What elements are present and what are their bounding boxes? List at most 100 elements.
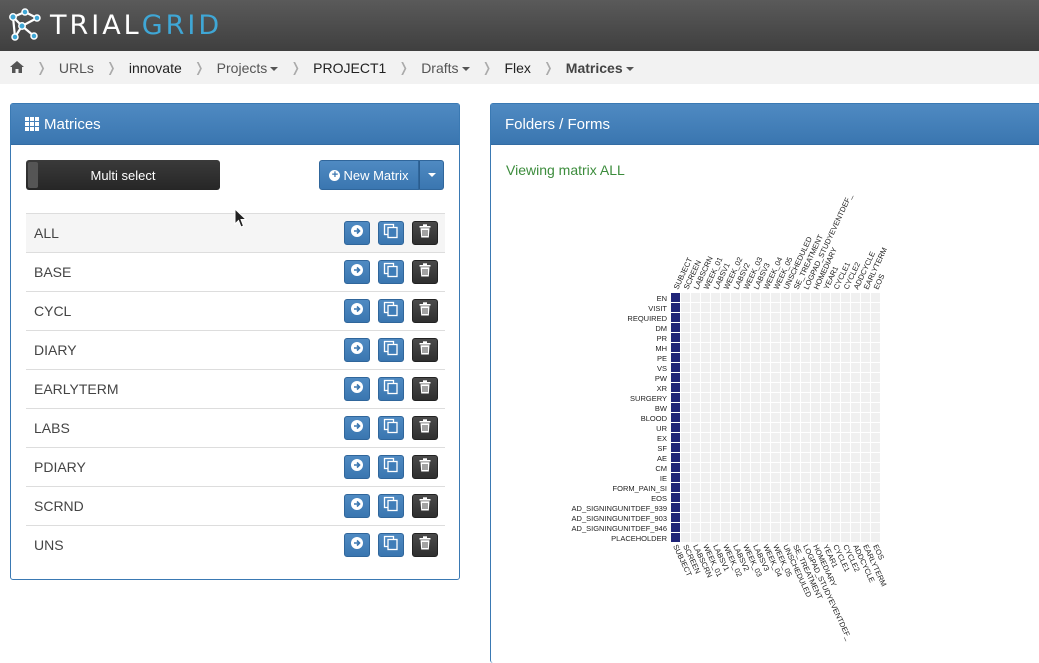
matrix-cell[interactable] (791, 533, 800, 542)
matrix-cell[interactable] (681, 393, 690, 402)
matrix-cell[interactable] (701, 533, 710, 542)
matrix-cell[interactable] (761, 373, 770, 382)
matrix-cell[interactable] (771, 303, 780, 312)
matrix-cell[interactable] (681, 293, 690, 302)
matrix-cell[interactable] (821, 313, 830, 322)
matrix-cell[interactable] (841, 443, 850, 452)
matrix-cell[interactable] (691, 513, 700, 522)
copy-matrix-button[interactable] (378, 260, 404, 284)
matrix-cell[interactable] (761, 473, 770, 482)
matrix-cell[interactable] (841, 323, 850, 332)
matrix-cell[interactable] (751, 393, 760, 402)
matrix-cell[interactable] (871, 343, 880, 352)
matrix-cell[interactable] (671, 333, 680, 342)
matrix-cell[interactable] (721, 423, 730, 432)
matrix-cell[interactable] (701, 513, 710, 522)
matrix-cell[interactable] (831, 523, 840, 532)
matrix-cell[interactable] (721, 473, 730, 482)
matrix-cell[interactable] (691, 363, 700, 372)
matrix-cell[interactable] (701, 463, 710, 472)
matrix-cell[interactable] (741, 323, 750, 332)
matrix-cell[interactable] (771, 323, 780, 332)
matrix-cell[interactable] (741, 473, 750, 482)
matrix-cell[interactable] (751, 313, 760, 322)
breadcrumb-item-flex[interactable]: Flex (504, 60, 530, 76)
matrix-cell[interactable] (691, 493, 700, 502)
matrix-cell[interactable] (801, 303, 810, 312)
matrix-cell[interactable] (781, 533, 790, 542)
matrix-cell[interactable] (771, 403, 780, 412)
matrix-cell[interactable] (701, 393, 710, 402)
matrix-cell[interactable] (811, 333, 820, 342)
delete-matrix-button[interactable] (412, 338, 438, 362)
matrix-cell[interactable] (861, 393, 870, 402)
matrix-cell[interactable] (861, 463, 870, 472)
matrix-cell[interactable] (871, 393, 880, 402)
matrix-cell[interactable] (821, 353, 830, 362)
matrix-cell[interactable] (841, 363, 850, 372)
matrix-cell[interactable] (741, 443, 750, 452)
matrix-cell[interactable] (831, 353, 840, 362)
matrix-cell[interactable] (691, 383, 700, 392)
matrix-cell[interactable] (691, 453, 700, 462)
matrix-cell[interactable] (851, 443, 860, 452)
matrix-cell[interactable] (781, 373, 790, 382)
matrix-cell[interactable] (791, 483, 800, 492)
matrix-cell[interactable] (801, 513, 810, 522)
matrix-cell[interactable] (671, 523, 680, 532)
matrix-cell[interactable] (681, 503, 690, 512)
matrix-cell[interactable] (701, 363, 710, 372)
matrix-cell[interactable] (861, 343, 870, 352)
matrix-cell[interactable] (821, 293, 830, 302)
matrix-cell[interactable] (831, 443, 840, 452)
matrix-cell[interactable] (711, 333, 720, 342)
matrix-cell[interactable] (781, 523, 790, 532)
matrix-cell[interactable] (671, 513, 680, 522)
matrix-cell[interactable] (731, 383, 740, 392)
matrix-cell[interactable] (841, 453, 850, 462)
matrix-cell[interactable] (831, 383, 840, 392)
matrix-cell[interactable] (701, 333, 710, 342)
matrix-cell[interactable] (811, 533, 820, 542)
matrix-cell[interactable] (801, 393, 810, 402)
matrix-cell[interactable] (821, 423, 830, 432)
matrix-cell[interactable] (681, 423, 690, 432)
matrix-cell[interactable] (701, 523, 710, 532)
matrix-cell[interactable] (791, 313, 800, 322)
matrix-cell[interactable] (841, 353, 850, 362)
matrix-cell[interactable] (771, 313, 780, 322)
matrix-cell[interactable] (791, 393, 800, 402)
matrix-cell[interactable] (751, 503, 760, 512)
matrix-cell[interactable] (801, 403, 810, 412)
matrix-cell[interactable] (711, 303, 720, 312)
matrix-cell[interactable] (821, 473, 830, 482)
matrix-cell[interactable] (741, 383, 750, 392)
matrix-cell[interactable] (741, 513, 750, 522)
matrix-cell[interactable] (841, 423, 850, 432)
matrix-cell[interactable] (691, 523, 700, 532)
matrix-cell[interactable] (741, 433, 750, 442)
matrix-cell[interactable] (711, 423, 720, 432)
matrix-cell[interactable] (701, 293, 710, 302)
matrix-cell[interactable] (761, 303, 770, 312)
matrix-cell[interactable] (741, 413, 750, 422)
matrix-cell[interactable] (831, 373, 840, 382)
matrix-cell[interactable] (831, 533, 840, 542)
matrix-cell[interactable] (751, 473, 760, 482)
new-matrix-dropdown-toggle[interactable] (419, 160, 444, 190)
matrix-cell[interactable] (671, 463, 680, 472)
matrix-cell[interactable] (731, 513, 740, 522)
matrix-cell[interactable] (681, 463, 690, 472)
matrix-cell[interactable] (861, 443, 870, 452)
matrix-cell[interactable] (731, 403, 740, 412)
matrix-cell[interactable] (801, 333, 810, 342)
matrix-cell[interactable] (871, 463, 880, 472)
matrix-cell[interactable] (771, 513, 780, 522)
matrix-cell[interactable] (811, 453, 820, 462)
matrix-cell[interactable] (711, 403, 720, 412)
matrix-cell[interactable] (831, 303, 840, 312)
matrix-cell[interactable] (811, 343, 820, 352)
matrix-cell[interactable] (781, 493, 790, 502)
matrix-cell[interactable] (821, 523, 830, 532)
matrix-cell[interactable] (771, 443, 780, 452)
